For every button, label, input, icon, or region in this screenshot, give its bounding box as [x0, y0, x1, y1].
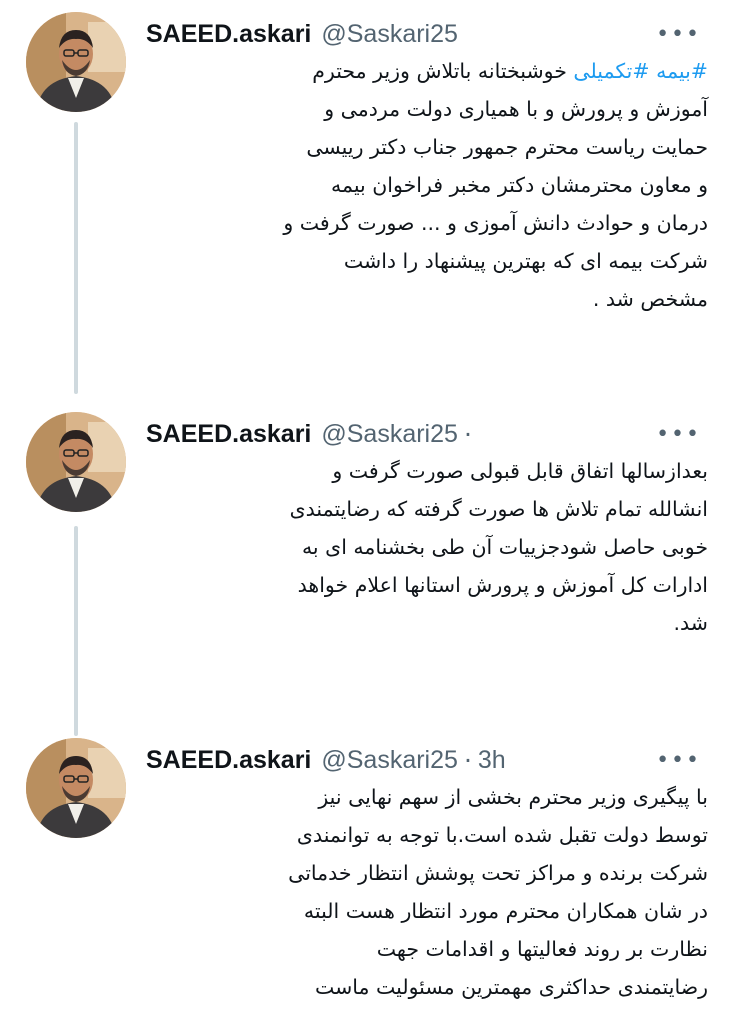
tweet-header: SAEED.askari @Saskari25 ·	[146, 412, 478, 456]
timestamp[interactable]: 3h	[478, 746, 506, 775]
hashtag[interactable]: #بیمه	[656, 59, 708, 83]
hashtag[interactable]: #تکمیلی	[573, 59, 649, 83]
tweet-line: رضایتمندی حداکثری مهمترین مسئولیت ماست	[314, 975, 708, 999]
tweet-line: حمایت ریاست محترم جمهور جناب دکتر رییسی	[306, 135, 708, 159]
tweet-line: انشالله تمام تلاش ها صورت گرفته که رضایت…	[289, 497, 708, 521]
tweet-text: بعدازسالها اتفاق قابل قبولی صورت گرفت و …	[146, 452, 708, 642]
separator-dot: ·	[463, 745, 472, 775]
tweet-line: #بیمه #تکمیلی خوشبختانه باتلاش وزیر محتر…	[312, 59, 708, 83]
author-handle[interactable]: @Saskari25	[321, 746, 458, 775]
tweet-text: #بیمه #تکمیلی خوشبختانه باتلاش وزیر محتر…	[146, 52, 708, 318]
author-name[interactable]: SAEED.askari	[146, 420, 311, 449]
tweet-line: بعدازسالها اتفاق قابل قبولی صورت گرفت و	[332, 459, 708, 483]
tweet-line: در شان همکاران محترم مورد انتظار هست الب…	[303, 899, 708, 923]
author-name[interactable]: SAEED.askari	[146, 20, 311, 49]
more-icon[interactable]: •••	[656, 422, 701, 447]
tweet-line: شرکت بیمه ای که بهترین پیشنهاد را داشت	[343, 249, 708, 273]
author-handle[interactable]: @Saskari25	[321, 420, 458, 449]
tweet-line: مشخص شد .	[592, 287, 708, 311]
tweet-text: با پیگیری وزیر محترم بخشی از سهم نهایی ن…	[146, 778, 708, 1006]
tweet-line: نظارت بر روند فعالیتها و اقدامات جهت	[376, 937, 708, 961]
tweet-line: شرکت برنده و مراکز تحت پوشش انتظار خدمات…	[288, 861, 708, 885]
avatar[interactable]	[26, 12, 126, 112]
separator-dot: ·	[463, 419, 472, 449]
tweet-line: با پیگیری وزیر محترم بخشی از سهم نهایی ن…	[318, 785, 708, 809]
more-icon[interactable]: •••	[656, 748, 701, 773]
author-name[interactable]: SAEED.askari	[146, 746, 311, 775]
avatar[interactable]	[26, 412, 126, 512]
tweet[interactable]: SAEED.askari @Saskari25 · ••• بعدازسالها…	[0, 412, 737, 672]
tweet-line: خوبی حاصل شودجزییات آن طی بخشنامه ای به	[301, 535, 708, 559]
tweet-header: SAEED.askari @Saskari25	[146, 12, 458, 56]
tweet-line: درمان و حوادث دانش آموزی و ... صورت گرفت…	[283, 211, 708, 235]
tweet-line: و معاون محترمشان دکتر مخبر فراخوان بیمه	[331, 173, 708, 197]
tweet-line: آموزش و پرورش و با همیاری دولت مردمی و	[324, 97, 708, 121]
tweet[interactable]: SAEED.askari @Saskari25 ••• #بیمه #تکمیل…	[0, 12, 737, 342]
tweet[interactable]: SAEED.askari @Saskari25 · 3h ••• با پیگی…	[0, 738, 737, 1022]
tweet-line: شد.	[673, 611, 708, 635]
tweet-header: SAEED.askari @Saskari25 · 3h	[146, 738, 506, 782]
more-icon[interactable]: •••	[656, 22, 701, 47]
tweet-line: توسط دولت تقبل شده است.با توجه به توانمن…	[296, 823, 708, 847]
tweet-line: ادارات کل آموزش و پرورش استانها اعلام خو…	[297, 573, 708, 597]
avatar[interactable]	[26, 738, 126, 838]
author-handle[interactable]: @Saskari25	[321, 20, 458, 49]
